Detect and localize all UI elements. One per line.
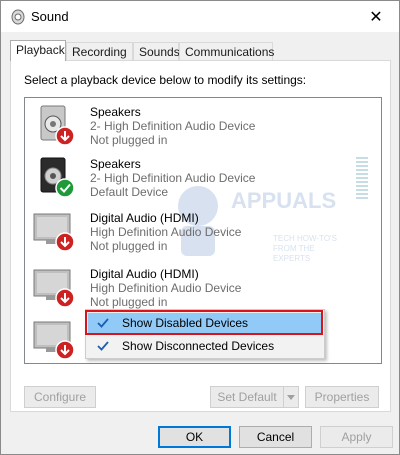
properties-button[interactable]: Properties xyxy=(305,386,379,408)
device-name: Speakers xyxy=(90,105,141,119)
cancel-button[interactable]: Cancel xyxy=(239,426,312,448)
speaker-icon xyxy=(31,154,79,200)
window-title: Sound xyxy=(31,9,69,24)
monitor-icon xyxy=(31,264,79,310)
device-status: Not plugged in xyxy=(90,239,168,253)
device-status: Not plugged in xyxy=(90,295,168,309)
device-name: Digital Audio (HDMI) xyxy=(90,267,199,281)
checkmark-icon xyxy=(96,339,110,353)
volume-level-meter xyxy=(356,157,368,199)
device-description: 2- High Definition Audio Device xyxy=(90,171,256,185)
menu-item-label: Show Disconnected Devices xyxy=(122,339,275,353)
close-icon: ✕ xyxy=(369,8,383,26)
device-item[interactable]: Digital Audio (HDMI) High Definition Aud… xyxy=(25,262,381,314)
device-status: Not plugged in xyxy=(90,133,168,147)
ok-button[interactable]: OK xyxy=(158,426,231,448)
speaker-app-icon xyxy=(10,9,26,25)
context-menu: Show Disabled Devices Show Disconnected … xyxy=(85,309,325,359)
tab-sounds[interactable]: Sounds xyxy=(133,42,180,61)
device-description: High Definition Audio Device xyxy=(90,225,242,239)
monitor-icon xyxy=(31,316,79,362)
menu-item-show-disconnected-devices[interactable]: Show Disconnected Devices xyxy=(88,336,322,356)
checkmark-icon xyxy=(96,316,110,330)
monitor-icon xyxy=(31,208,79,254)
close-button[interactable]: ✕ xyxy=(353,1,399,32)
tab-communications[interactable]: Communications xyxy=(179,42,274,61)
menu-item-show-disabled-devices[interactable]: Show Disabled Devices xyxy=(88,313,322,333)
set-default-dropdown[interactable] xyxy=(283,386,299,408)
speaker-icon xyxy=(31,102,79,148)
tab-recording[interactable]: Recording xyxy=(66,42,133,61)
playback-panel: Select a playback device below to modify… xyxy=(10,60,391,412)
device-name: Speakers xyxy=(90,157,141,171)
device-description: High Definition Audio Device xyxy=(90,281,242,295)
title-bar[interactable]: Sound ✕ xyxy=(1,1,399,32)
device-status: Default Device xyxy=(90,185,169,199)
device-name: Digital Audio (HDMI) xyxy=(90,211,199,225)
set-default-button[interactable]: Set Default xyxy=(210,386,284,408)
sound-dialog: Sound ✕ Playback Recording Sounds Commun… xyxy=(0,0,400,455)
device-item[interactable]: Speakers 2- High Definition Audio Device… xyxy=(25,100,381,152)
menu-item-label: Show Disabled Devices xyxy=(122,316,249,330)
instruction-text: Select a playback device below to modify… xyxy=(24,73,307,87)
chevron-down-icon xyxy=(287,390,295,404)
apply-button[interactable]: Apply xyxy=(320,426,393,448)
tab-playback[interactable]: Playback xyxy=(10,40,66,61)
device-item[interactable]: Speakers 2- High Definition Audio Device… xyxy=(25,152,381,204)
device-item[interactable]: Digital Audio (HDMI) High Definition Aud… xyxy=(25,206,381,258)
configure-button[interactable]: Configure xyxy=(24,386,96,408)
device-description: 2- High Definition Audio Device xyxy=(90,119,256,133)
